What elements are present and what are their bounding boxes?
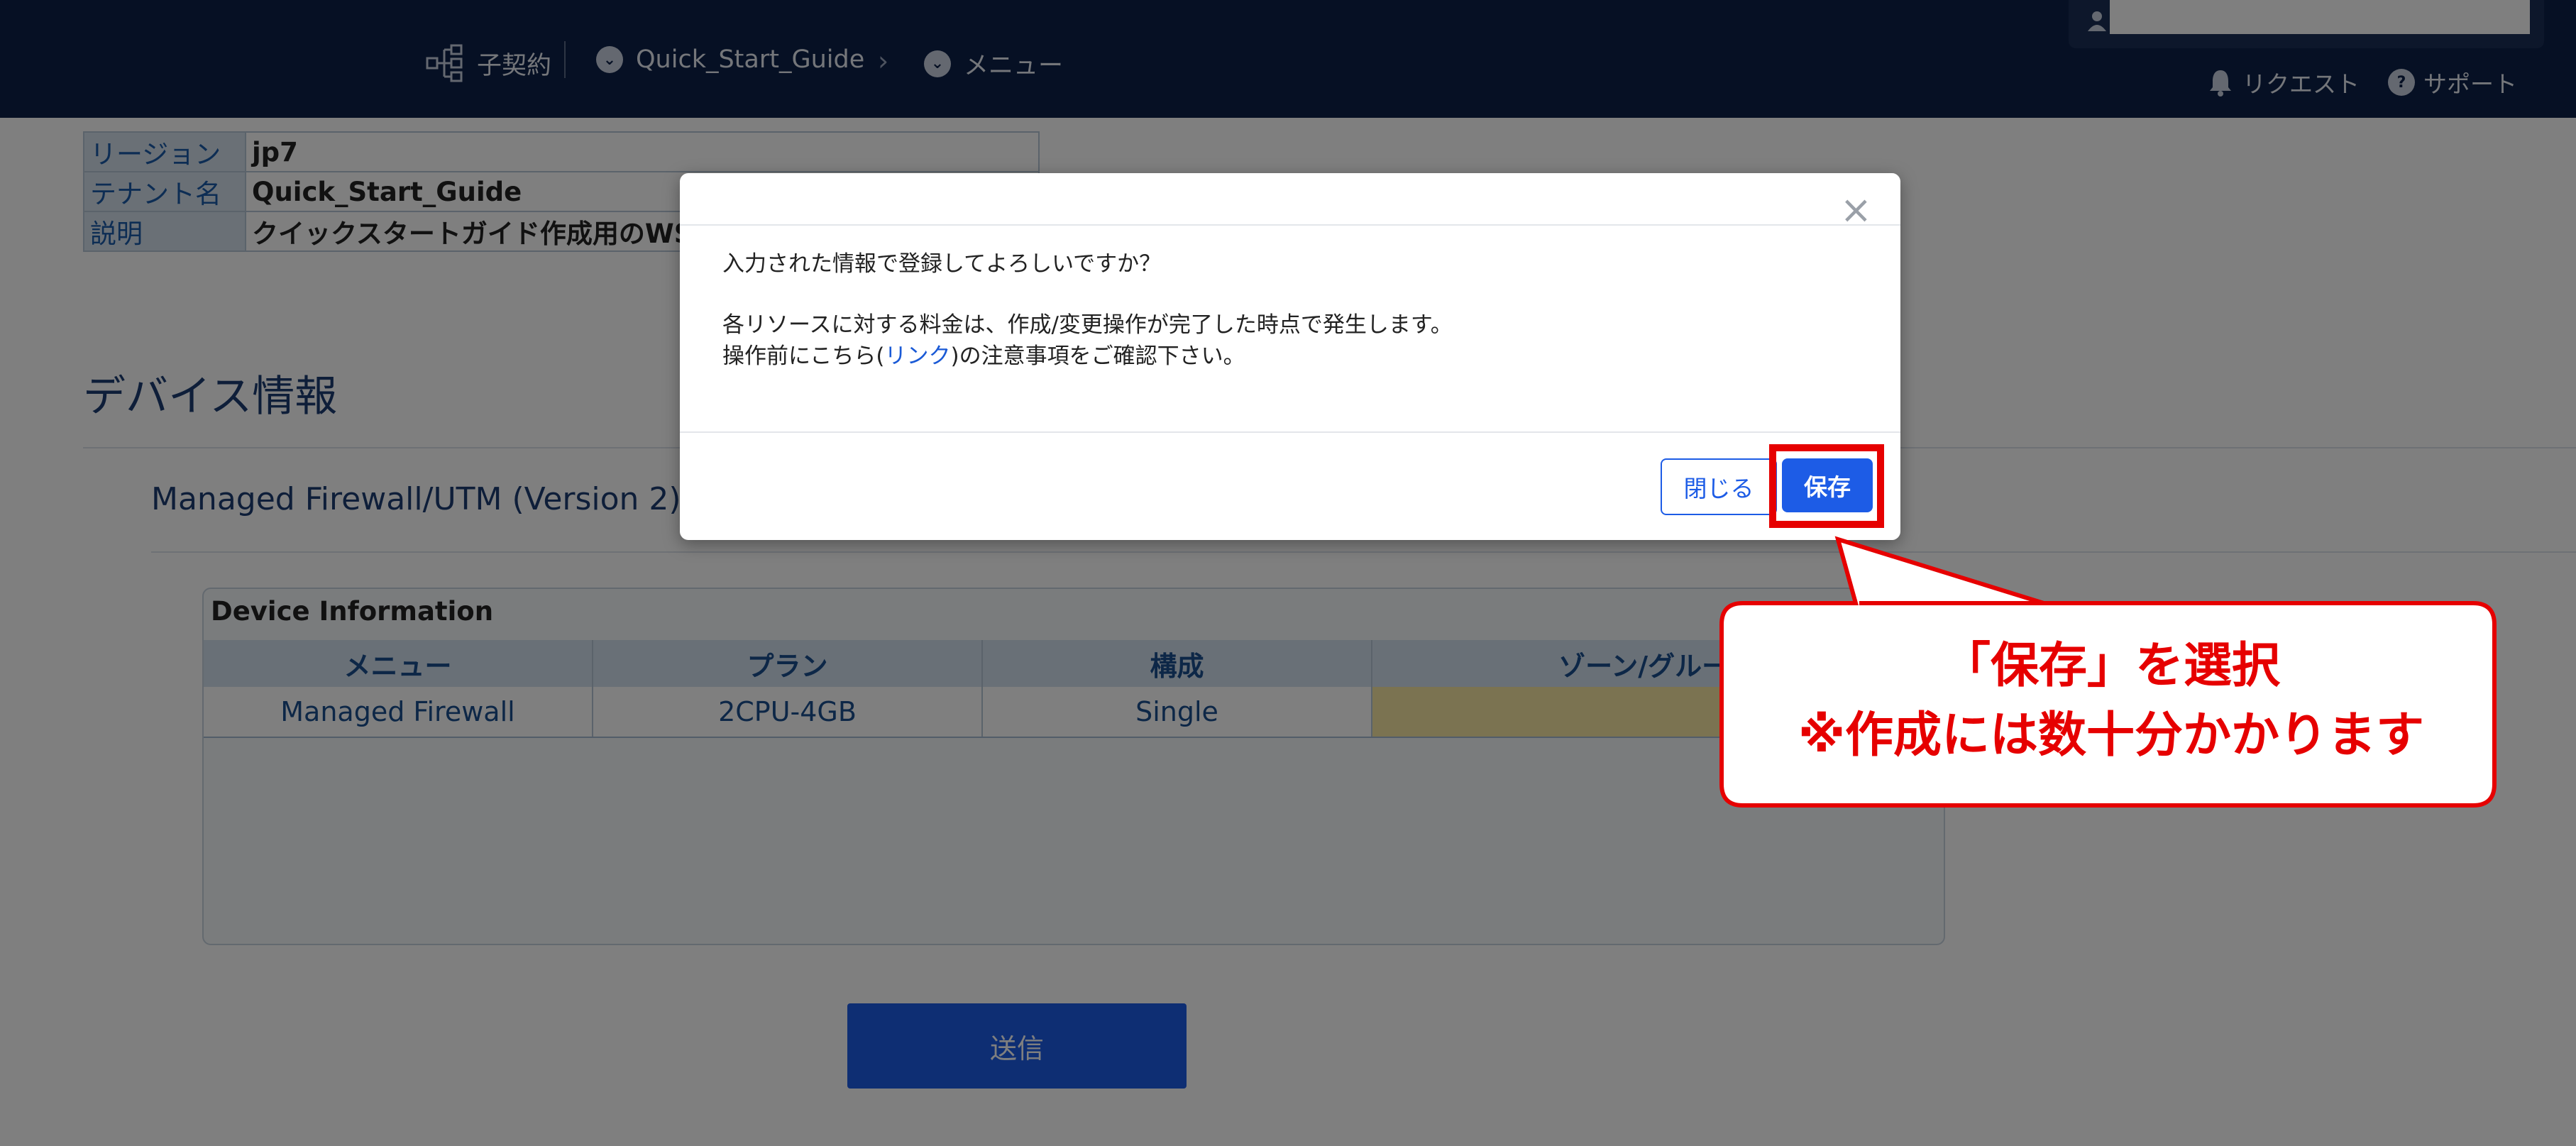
save-button-highlight [1769,444,1884,528]
caution-suffix: )の注意事項をご確認下さい。 [950,343,1245,369]
callout-line: ※作成には数十分かかります [1798,707,2425,764]
callout-line: 「保存」を選択 [1942,638,2280,694]
caution-prefix: 操作前にこちら( [722,343,885,369]
modal-backdrop [0,0,2576,1146]
confirm-dialog: × 入力された情報で登録してよろしいですか？ 各リソースに対する料金は、作成/変… [680,173,1900,540]
dialog-body: 入力された情報で登録してよろしいですか？ 各リソースに対する料金は、作成/変更操… [722,248,1453,372]
fee-notice: 各リソースに対する料金は、作成/変更操作が完了した時点で発生します。 [722,312,1453,338]
caution-link[interactable]: リンク [884,343,950,369]
divider [680,224,1900,226]
divider [680,431,1900,433]
confirm-message: 入力された情報で登録してよろしいですか？ [722,251,1162,277]
callout-text: 「保存」を選択 ※作成には数十分かかります [1732,632,2491,771]
caution-notice: 操作前にこちら(リンク)の注意事項をご確認下さい。 [722,341,1453,372]
close-button[interactable]: 閉じる [1661,458,1777,515]
